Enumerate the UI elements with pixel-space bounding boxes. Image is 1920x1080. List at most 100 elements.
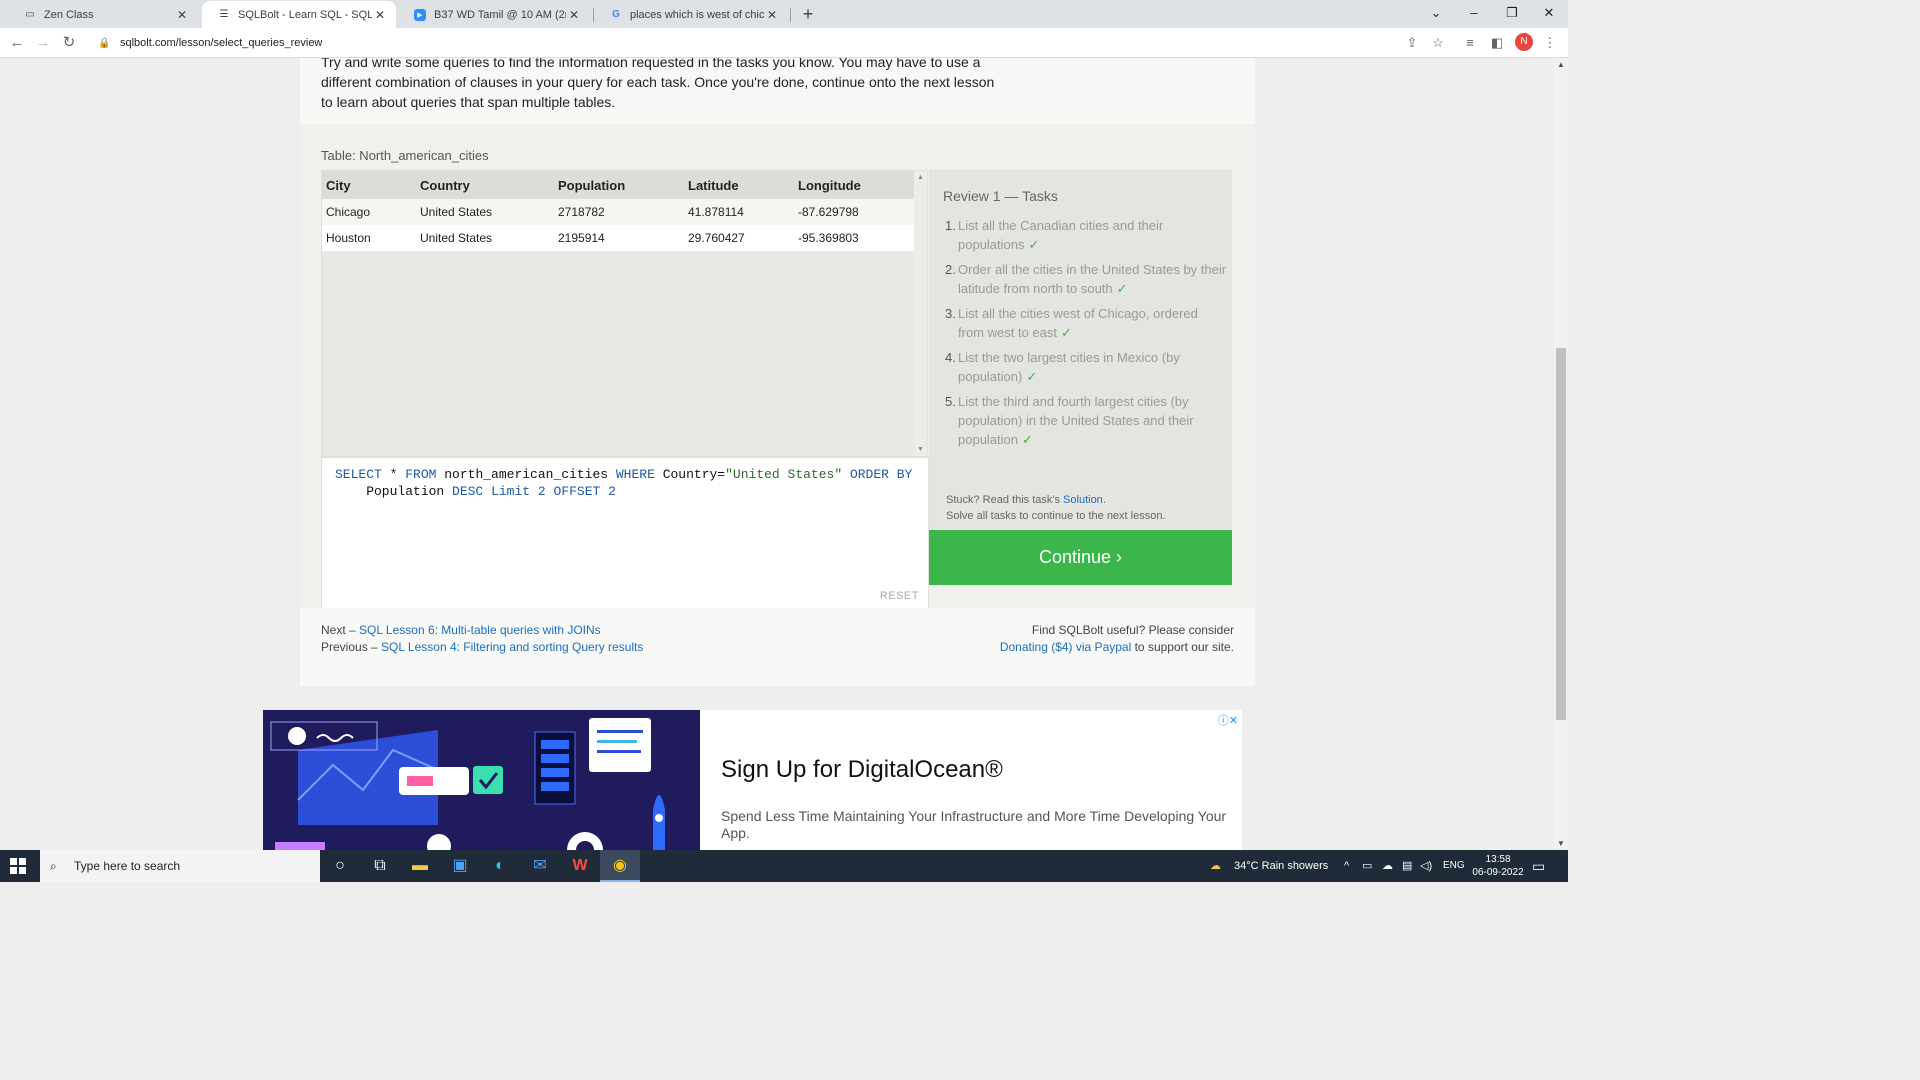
- close-tab-icon[interactable]: ✕: [566, 8, 582, 22]
- taskbar-search-box[interactable]: ⌕ Type here to search: [40, 850, 320, 882]
- next-lesson-link[interactable]: SQL Lesson 6: Multi-table queries with J…: [359, 623, 601, 637]
- task-text: List the two largest cities in Mexico (b…: [958, 350, 1180, 384]
- task-number: 4.: [945, 350, 956, 365]
- lesson-intro: Try and write some queries to find the i…: [300, 58, 1255, 124]
- search-icon: ⌕: [50, 858, 57, 873]
- store-icon[interactable]: ▣: [440, 850, 480, 882]
- ad-headline[interactable]: Sign Up for DigitalOcean®: [721, 756, 1003, 784]
- meet-now-icon[interactable]: ▭: [1362, 850, 1372, 882]
- edge-browser-icon[interactable]: ◐: [480, 850, 520, 882]
- address-bar[interactable]: 🔒 sqlbolt.com/lesson/select_queries_revi…: [88, 31, 1458, 55]
- sql-query-editor[interactable]: SELECT * FROM north_american_cities WHER…: [321, 457, 929, 610]
- task-text: Order all the cities in the United State…: [958, 262, 1227, 296]
- ad-body: Spend Less Time Maintaining Your Infrast…: [721, 808, 1227, 841]
- weather-icon[interactable]: ☁: [1210, 850, 1221, 882]
- reset-button[interactable]: RESET: [880, 590, 919, 602]
- donate-link[interactable]: Donating ($4) via Paypal: [1000, 640, 1131, 654]
- network-icon[interactable]: ▤: [1402, 850, 1412, 882]
- taskbar-clock[interactable]: 13:58 06-09-2022: [1468, 853, 1528, 879]
- share-icon[interactable]: ⇪: [1402, 33, 1422, 53]
- bookmark-star-icon[interactable]: ☆: [1428, 33, 1448, 53]
- sql-keyword: Limit: [491, 484, 531, 499]
- scroll-up-arrow-icon[interactable]: ▲: [1557, 60, 1565, 69]
- new-tab-button[interactable]: +: [798, 4, 818, 24]
- table-scrollbar[interactable]: ▲ ▼: [914, 171, 927, 456]
- close-tab-icon[interactable]: ✕: [372, 8, 388, 22]
- scroll-down-arrow-icon[interactable]: ▼: [1557, 839, 1565, 848]
- stuck-hint: Stuck? Read this task's Solution. Solve …: [946, 492, 1166, 524]
- video-icon: ▶: [414, 8, 426, 21]
- solve-all-text: Solve all tasks to continue to the next …: [946, 510, 1166, 522]
- table-cell: -87.629798: [794, 199, 915, 225]
- windows-taskbar: ⌕ Type here to search ○ ⧉ ▬ ▣ ◐ ✉ W ◉ ☁ …: [0, 850, 1568, 882]
- results-table: City Country Population Latitude Longitu…: [322, 171, 915, 251]
- scroll-down-arrow-icon[interactable]: ▼: [917, 446, 924, 453]
- restore-button[interactable]: ❐: [1493, 0, 1531, 28]
- task-item: 4. List the two largest cities in Mexico …: [945, 348, 1227, 386]
- task-list: 1. List all the Canadian cities and their…: [945, 216, 1227, 455]
- tab-zoom-meeting[interactable]: ▶ B37 WD Tamil @ 10 AM (2nd Sep ✕: [398, 1, 590, 28]
- ad-choices-icon[interactable]: ⓘ✕: [1218, 712, 1238, 728]
- cortana-icon[interactable]: ○: [320, 850, 360, 882]
- tab-search-icon[interactable]: ⌄: [1417, 0, 1455, 28]
- lock-icon: 🔒: [98, 37, 111, 49]
- page-scrollbar[interactable]: ▲ ▼: [1554, 58, 1568, 850]
- chrome-icon[interactable]: ◉: [600, 850, 640, 882]
- checkmark-icon: ✓: [1026, 369, 1038, 384]
- scrollbar-thumb[interactable]: [1556, 348, 1566, 720]
- task-text: List all the cities west of Chicago, ord…: [958, 306, 1198, 340]
- column-header: Country: [416, 171, 554, 199]
- reading-list-icon[interactable]: ≡: [1460, 33, 1480, 53]
- close-tab-icon[interactable]: ✕: [764, 8, 780, 22]
- tab-sqlbolt[interactable]: ☰ SQLBolt - Learn SQL - SQL Revie ✕: [202, 1, 396, 28]
- windows-start-icon[interactable]: [10, 858, 26, 874]
- table-row: Chicago United States 2718782 41.878114 …: [322, 199, 915, 225]
- stuck-text: Stuck? Read this task's: [946, 494, 1064, 506]
- close-window-button[interactable]: ✕: [1530, 0, 1568, 28]
- table-header-row: City Country Population Latitude Longitu…: [322, 171, 915, 199]
- column-header: Population: [554, 171, 684, 199]
- reload-icon[interactable]: ↻: [58, 32, 80, 54]
- wps-office-icon[interactable]: W: [560, 850, 600, 882]
- query-text: SELECT * FROM north_american_cities WHER…: [335, 466, 912, 500]
- donation-note: Find SQLBolt useful? Please consider Don…: [1000, 622, 1234, 656]
- continue-button[interactable]: Continue ›: [929, 530, 1232, 585]
- tab-zen-class[interactable]: ▭ Zen Class ✕: [8, 1, 198, 28]
- scroll-up-arrow-icon[interactable]: ▲: [917, 174, 924, 181]
- mail-icon[interactable]: ✉: [520, 850, 560, 882]
- tray-overflow-icon[interactable]: ^: [1344, 850, 1349, 882]
- weather-text[interactable]: 34°C Rain showers: [1234, 850, 1328, 882]
- tab-title: places which is west of chicago -: [630, 8, 764, 21]
- donation-text: Find SQLBolt useful? Please consider: [1031, 623, 1234, 637]
- volume-icon[interactable]: ◁): [1420, 850, 1432, 882]
- profile-avatar[interactable]: N: [1515, 33, 1533, 51]
- table-cell: Houston: [322, 225, 416, 251]
- digitalocean-ad[interactable]: Sign Up for DigitalOcean® Spend Less Tim…: [263, 710, 1242, 850]
- results-table-panel: City Country Population Latitude Longitu…: [321, 170, 928, 457]
- minimize-button[interactable]: –: [1455, 0, 1493, 28]
- google-icon: G: [612, 9, 620, 20]
- solution-link[interactable]: Solution: [1063, 494, 1103, 506]
- side-panel-icon[interactable]: ◧: [1487, 33, 1507, 53]
- table-cell: United States: [416, 199, 554, 225]
- menu-kebab-icon[interactable]: ⋮: [1540, 33, 1560, 53]
- table-cell: United States: [416, 225, 554, 251]
- clock-time: 13:58: [1485, 854, 1511, 865]
- task-view-icon[interactable]: ⧉: [360, 850, 400, 882]
- forward-icon[interactable]: →: [32, 32, 54, 54]
- notification-center-icon[interactable]: ▭: [1532, 850, 1545, 882]
- file-explorer-icon[interactable]: ▬: [400, 850, 440, 882]
- sql-string: "United States": [725, 467, 843, 482]
- tab-google-search[interactable]: G places which is west of chicago - ✕: [594, 1, 788, 28]
- close-tab-icon[interactable]: ✕: [174, 8, 190, 22]
- task-item: 3. List all the cities west of Chicago, o…: [945, 304, 1227, 342]
- onedrive-icon[interactable]: ☁: [1382, 850, 1393, 882]
- back-icon[interactable]: ←: [6, 32, 28, 54]
- language-indicator[interactable]: ENG: [1443, 850, 1465, 882]
- sql-token: Country=: [654, 467, 726, 482]
- column-header: City: [322, 171, 416, 199]
- previous-lesson-link[interactable]: SQL Lesson 4: Filtering and sorting Quer…: [381, 640, 643, 654]
